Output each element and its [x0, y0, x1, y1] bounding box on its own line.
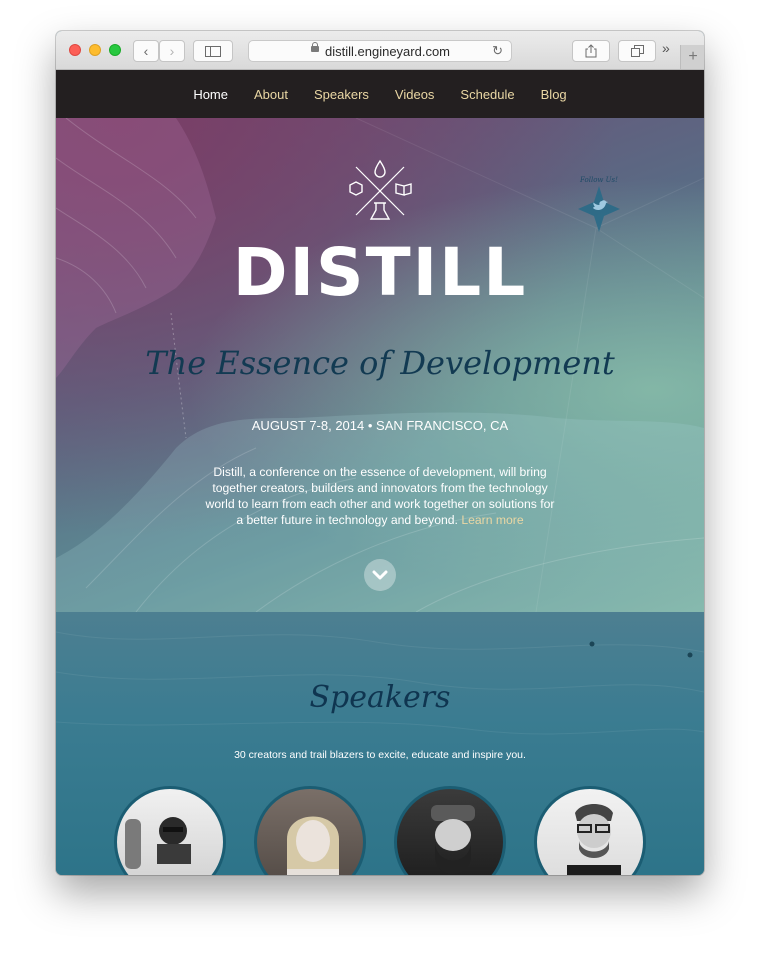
tabs-icon — [630, 45, 644, 57]
close-window-button[interactable] — [69, 44, 81, 56]
hero-section: DISTILL The Essence of Development AUGUS… — [56, 118, 704, 612]
share-icon — [585, 44, 597, 58]
nav-schedule[interactable]: Schedule — [460, 87, 514, 102]
sidebar-icon — [205, 45, 221, 57]
sidebar-toggle-button[interactable] — [193, 40, 233, 62]
twitter-badge-label: Follow Us! — [580, 176, 618, 184]
address-bar[interactable]: distill.engineyard.com ↻ — [248, 40, 512, 62]
chevron-down-icon — [372, 570, 388, 580]
chevron-left-icon: ‹ — [143, 43, 149, 59]
scroll-down-button[interactable] — [364, 559, 396, 591]
twitter-follow-badge[interactable]: Follow Us! — [578, 176, 620, 234]
zoom-window-button[interactable] — [109, 44, 121, 56]
forward-button[interactable]: › — [159, 40, 185, 62]
lock-icon — [311, 42, 319, 52]
overflow-chevron-icon[interactable]: » — [662, 40, 670, 56]
hero-tagline: The Essence of Development — [145, 344, 615, 382]
speakers-section: Speakers 30 creators and trail blazers t… — [56, 612, 704, 875]
share-button[interactable] — [572, 40, 610, 62]
speaker-photo — [125, 817, 191, 869]
address-url: distill.engineyard.com — [325, 44, 451, 59]
nav-speakers[interactable]: Speakers — [314, 87, 369, 102]
chevron-right-icon: › — [169, 43, 175, 59]
distill-logo: DISTILL — [232, 234, 528, 311]
site-navigation: Home About Speakers Videos Schedule Blog — [56, 70, 704, 118]
speakers-heading: Speakers — [309, 680, 451, 715]
speaker-photo — [287, 816, 339, 875]
learn-more-link[interactable]: Learn more — [461, 513, 523, 527]
distill-emblem-icon — [349, 159, 412, 220]
back-button[interactable]: ‹ — [133, 40, 159, 62]
nav-videos[interactable]: Videos — [395, 87, 435, 102]
twitter-bird-icon — [578, 186, 620, 232]
event-dates: AUGUST 7-8, 2014 • SAN FRANCISCO, CA — [251, 418, 509, 433]
speakers-subtitle: 30 creators and trail blazers to excite,… — [234, 749, 526, 761]
nav-about[interactable]: About — [254, 87, 288, 102]
plus-icon: + — [688, 48, 698, 65]
reload-icon[interactable]: ↻ — [492, 43, 503, 59]
tabs-overview-button[interactable] — [618, 40, 656, 62]
speaker-photo — [567, 804, 621, 875]
nav-blog[interactable]: Blog — [541, 87, 567, 102]
nav-home[interactable]: Home — [193, 87, 228, 102]
hero-description: Distill, a conference on the essence of … — [202, 464, 558, 528]
new-tab-button[interactable]: + — [680, 45, 704, 69]
minimize-window-button[interactable] — [89, 44, 101, 56]
browser-window: ‹ › distill.engineyard.com ↻ » + Home Ab… — [56, 31, 704, 875]
speaker-photo — [431, 805, 475, 874]
browser-toolbar: ‹ › distill.engineyard.com ↻ » + — [56, 31, 704, 70]
